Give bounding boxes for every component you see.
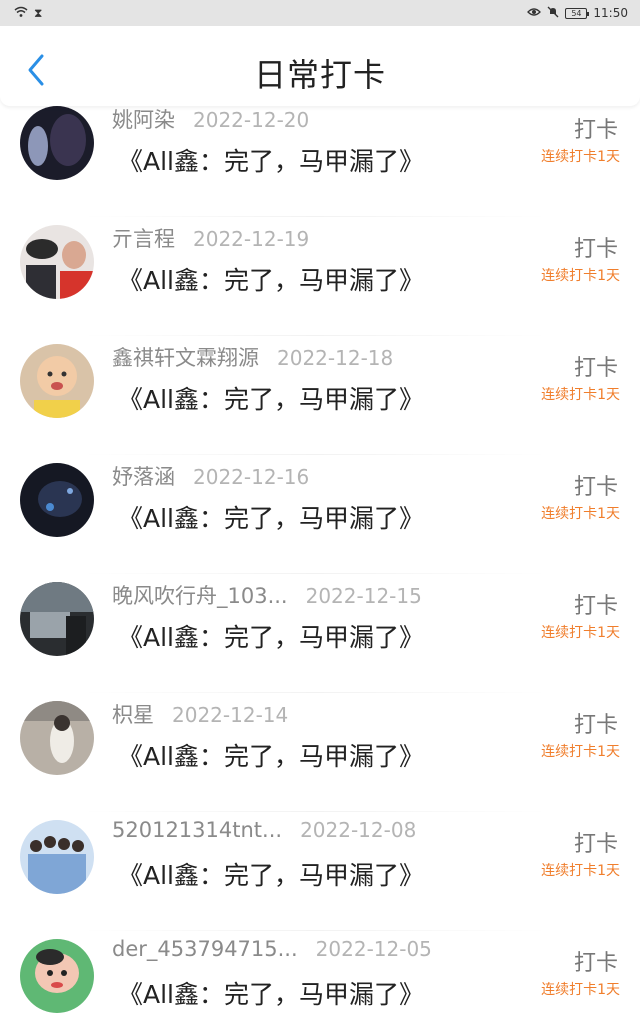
avatar[interactable]	[20, 582, 94, 656]
checkin-list[interactable]: 姚阿染 2022-12-20 《All鑫：完了，马甲漏了》 打卡 连续打卡1天 …	[0, 98, 640, 1024]
streak-label: 连续打卡1天	[541, 982, 620, 998]
name-line: 520121314tnt... 2022-12-08	[112, 818, 416, 842]
mute-bell-icon	[547, 6, 559, 20]
checkin-date: 2022-12-15	[305, 584, 422, 608]
name-line: 鑫祺轩文霖翔源 2022-12-18	[112, 342, 393, 372]
clock: 11:50	[593, 6, 628, 20]
avatar[interactable]	[20, 106, 94, 180]
checkin-date: 2022-12-05	[315, 937, 432, 961]
status-bar: ⧗ 54 11:50	[0, 0, 640, 26]
checkin-label[interactable]: 打卡	[574, 826, 618, 858]
hourglass-icon: ⧗	[34, 6, 43, 20]
checkin-label[interactable]: 打卡	[574, 112, 618, 144]
name-line: 晚风吹行舟_103... 2022-12-15	[112, 580, 422, 610]
checkin-date: 2022-12-14	[172, 703, 289, 727]
user-name: 亓言程	[112, 227, 175, 251]
avatar[interactable]	[20, 344, 94, 418]
streak-label: 连续打卡1天	[541, 744, 620, 760]
checkin-date: 2022-12-08	[300, 818, 417, 842]
checkin-label[interactable]: 打卡	[574, 707, 618, 739]
user-name: 妤落涵	[112, 465, 175, 489]
avatar[interactable]	[20, 225, 94, 299]
list-item[interactable]: der_453794715... 2022-12-05 《All鑫：完了，马甲漏…	[0, 931, 640, 1024]
name-line: 姚阿染 2022-12-20	[112, 104, 309, 134]
checkin-date: 2022-12-20	[193, 108, 310, 132]
list-item[interactable]: 晚风吹行舟_103... 2022-12-15 《All鑫：完了，马甲漏了》 打…	[0, 574, 640, 693]
avatar[interactable]	[20, 820, 94, 894]
streak-label: 连续打卡1天	[541, 506, 620, 522]
book-title: 《All鑫：完了，马甲漏了》	[118, 861, 424, 890]
checkin-date: 2022-12-19	[193, 227, 310, 251]
list-item[interactable]: 妤落涵 2022-12-16 《All鑫：完了，马甲漏了》 打卡 连续打卡1天	[0, 455, 640, 574]
checkin-date: 2022-12-16	[193, 465, 310, 489]
avatar[interactable]	[20, 701, 94, 775]
wifi-icon	[14, 6, 28, 20]
list-item[interactable]: 鑫祺轩文霖翔源 2022-12-18 《All鑫：完了，马甲漏了》 打卡 连续打…	[0, 336, 640, 455]
name-line: 妤落涵 2022-12-16	[112, 461, 309, 491]
battery-level: 54	[571, 8, 582, 18]
list-item[interactable]: 枳星 2022-12-14 《All鑫：完了，马甲漏了》 打卡 连续打卡1天	[0, 693, 640, 812]
checkin-label[interactable]: 打卡	[574, 231, 618, 263]
user-name: der_453794715...	[112, 937, 298, 961]
checkin-date: 2022-12-18	[277, 346, 394, 370]
streak-label: 连续打卡1天	[541, 387, 620, 403]
list-item[interactable]: 姚阿染 2022-12-20 《All鑫：完了，马甲漏了》 打卡 连续打卡1天	[0, 98, 640, 217]
name-line: der_453794715... 2022-12-05	[112, 937, 432, 961]
book-title: 《All鑫：完了，马甲漏了》	[118, 980, 424, 1009]
list-item[interactable]: 亓言程 2022-12-19 《All鑫：完了，马甲漏了》 打卡 连续打卡1天	[0, 217, 640, 336]
streak-label: 连续打卡1天	[541, 268, 620, 284]
user-name: 鑫祺轩文霖翔源	[112, 346, 259, 370]
name-line: 亓言程 2022-12-19	[112, 223, 309, 253]
eye-icon	[527, 7, 542, 19]
book-title: 《All鑫：完了，马甲漏了》	[118, 385, 424, 414]
book-title: 《All鑫：完了，马甲漏了》	[118, 266, 424, 295]
user-name: 520121314tnt...	[112, 818, 283, 842]
avatar[interactable]	[20, 463, 94, 537]
book-title: 《All鑫：完了，马甲漏了》	[118, 147, 424, 176]
status-left: ⧗	[14, 6, 42, 20]
checkin-label[interactable]: 打卡	[574, 588, 618, 620]
streak-label: 连续打卡1天	[541, 863, 620, 879]
book-title: 《All鑫：完了，马甲漏了》	[118, 623, 424, 652]
header: 日常打卡	[0, 26, 640, 106]
page-title: 日常打卡	[253, 56, 386, 94]
status-right: 54 11:50	[527, 6, 628, 20]
streak-label: 连续打卡1天	[541, 625, 620, 641]
user-name: 枳星	[112, 703, 154, 727]
book-title: 《All鑫：完了，马甲漏了》	[118, 504, 424, 533]
user-name: 晚风吹行舟_103...	[112, 584, 288, 608]
book-title: 《All鑫：完了，马甲漏了》	[118, 742, 424, 771]
battery-icon: 54	[565, 7, 590, 19]
list-item[interactable]: 520121314tnt... 2022-12-08 《All鑫：完了，马甲漏了…	[0, 812, 640, 931]
user-name: 姚阿染	[112, 108, 175, 132]
checkin-label[interactable]: 打卡	[574, 469, 618, 501]
name-line: 枳星 2022-12-14	[112, 699, 288, 729]
checkin-label[interactable]: 打卡	[574, 945, 618, 977]
avatar[interactable]	[20, 939, 94, 1013]
checkin-label[interactable]: 打卡	[574, 350, 618, 382]
streak-label: 连续打卡1天	[541, 149, 620, 165]
